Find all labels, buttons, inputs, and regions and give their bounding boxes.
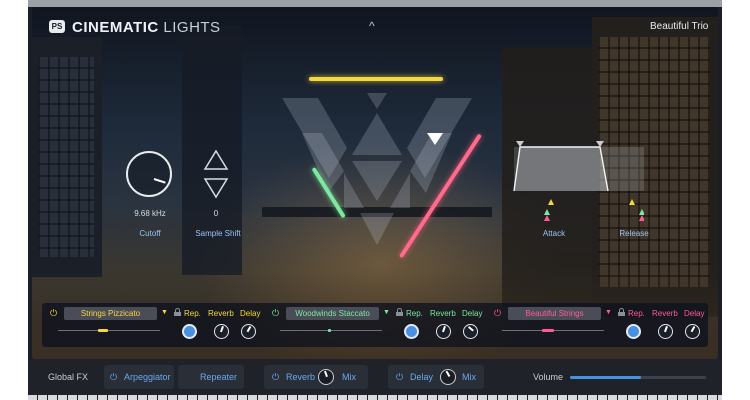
title-bold: CINEMATIC xyxy=(72,19,159,36)
rep-button-1[interactable] xyxy=(182,324,197,339)
triangle-logo-graphic xyxy=(282,93,472,245)
arpeggiator-button[interactable]: ⏻ Arpeggiator xyxy=(104,365,174,389)
cutoff-knob[interactable] xyxy=(126,151,172,197)
power-icon[interactable]: ⏻ xyxy=(50,308,57,319)
delay-mix-label: Mix xyxy=(462,372,476,382)
reverb-knob-2[interactable] xyxy=(436,324,451,339)
lock-icon[interactable] xyxy=(174,308,181,316)
reverb-label-3: Reverb xyxy=(652,309,678,318)
level-slider-1-fill xyxy=(98,329,108,332)
cutoff-label: Cutoff xyxy=(139,229,161,238)
plugin-window: PS CINEMATIC LIGHTS ^ Beautiful Trio 9.6… xyxy=(28,0,722,400)
instrument-dropdown-2-icon[interactable]: ▼ xyxy=(383,309,390,316)
rep-button-2[interactable] xyxy=(404,324,419,339)
delay-knob-1[interactable] xyxy=(241,324,256,339)
reverb-mix-label: Mix xyxy=(342,372,356,382)
sample-shift-value: 0 xyxy=(213,209,219,218)
power-icon[interactable]: ⏻ xyxy=(396,372,403,383)
rep-label-1: Rep. xyxy=(184,309,201,318)
window-top-strip xyxy=(28,0,722,7)
instrument-slot-2: ⏻ Woodwinds Staccato ▼ Rep. Reverb Delay xyxy=(264,303,486,347)
instrument-dropdown-3-icon[interactable]: ▼ xyxy=(605,309,612,316)
instrument-slot-3: ⏻ Beautiful Strings ▼ Rep. Reverb Delay xyxy=(486,303,708,347)
delay-knob-2[interactable] xyxy=(463,324,478,339)
delay-label-3: Delay xyxy=(684,309,705,318)
volume-label: Volume xyxy=(533,372,564,382)
instrument-name-1[interactable]: Strings Pizzicato xyxy=(64,307,157,320)
rep-button-3[interactable] xyxy=(626,324,641,339)
cutoff-value: 9.68 kHz xyxy=(134,209,166,218)
level-slider-2-fill xyxy=(328,329,331,332)
cutoff-knob-indicator xyxy=(153,178,166,184)
presonus-logo: PS xyxy=(49,20,65,33)
collapse-chevron-icon[interactable]: ^ xyxy=(369,19,375,33)
delay-fx-section: ⏻ Delay Mix xyxy=(388,365,484,389)
volume-slider-fill xyxy=(570,376,641,379)
preset-name[interactable]: Beautiful Trio xyxy=(650,21,708,32)
product-title: CINEMATIC LIGHTS xyxy=(72,19,221,36)
reverb-mix-knob[interactable] xyxy=(318,369,334,385)
level-slider-3-fill xyxy=(542,329,554,332)
building-left-windows xyxy=(38,57,94,257)
instrument-dropdown-1-icon[interactable]: ▼ xyxy=(161,309,168,316)
delay-fx-label: Delay xyxy=(410,372,434,382)
instrument-strip: ⏻ Strings Pizzicato ▼ Rep. Reverb Delay … xyxy=(42,303,708,347)
delay-label-2: Delay xyxy=(462,309,483,318)
delay-mix-knob[interactable] xyxy=(440,369,456,385)
power-icon[interactable]: ⏻ xyxy=(494,308,501,319)
sample-shift-up-icon[interactable] xyxy=(203,149,229,171)
repeater-button[interactable]: Repeater xyxy=(178,365,244,389)
release-label: Release xyxy=(619,229,649,238)
instrument-slot-1: ⏻ Strings Pizzicato ▼ Rep. Reverb Delay xyxy=(42,303,264,347)
reverb-fx-section: ⏻ Reverb Mix xyxy=(264,365,368,389)
power-icon[interactable]: ⏻ xyxy=(272,308,279,319)
repeater-label: Repeater xyxy=(200,372,238,382)
rep-label-3: Rep. xyxy=(628,309,645,318)
instrument-name-2[interactable]: Woodwinds Staccato xyxy=(286,307,379,320)
delay-label-1: Delay xyxy=(240,309,261,318)
power-icon: ⏻ xyxy=(110,372,118,382)
global-fx-bar: Global FX ⏻ Arpeggiator Repeater ⏻ Rever… xyxy=(28,359,722,395)
reverb-label-2: Reverb xyxy=(430,309,456,318)
level-slider-2[interactable] xyxy=(280,330,382,331)
attack-label: Attack xyxy=(542,229,566,238)
global-fx-label: Global FX xyxy=(48,372,89,382)
reverb-knob-3[interactable] xyxy=(658,324,673,339)
reverb-knob-1[interactable] xyxy=(214,324,229,339)
instrument-name-3[interactable]: Beautiful Strings xyxy=(508,307,601,320)
keyboard-strip[interactable] xyxy=(28,395,722,400)
reverb-fx-label: Reverb xyxy=(286,372,316,382)
sample-shift-label: Sample Shift xyxy=(195,229,241,238)
position-marker-icon[interactable] xyxy=(427,133,443,145)
lock-icon[interactable] xyxy=(618,308,625,316)
reverb-label-1: Reverb xyxy=(208,309,234,318)
envelope-editor[interactable] xyxy=(504,135,644,225)
volume-slider[interactable] xyxy=(570,376,706,379)
level-slider-1[interactable] xyxy=(58,330,160,331)
power-icon[interactable]: ⏻ xyxy=(272,372,279,383)
arpeggiator-label: Arpeggiator xyxy=(124,372,171,382)
delay-knob-3[interactable] xyxy=(685,324,700,339)
rep-label-2: Rep. xyxy=(406,309,423,318)
sample-shift-down-icon[interactable] xyxy=(203,177,229,199)
title-light: LIGHTS xyxy=(158,19,221,36)
lock-icon[interactable] xyxy=(396,308,403,316)
main-panel: PS CINEMATIC LIGHTS ^ Beautiful Trio 9.6… xyxy=(32,7,718,359)
strings-pizzicato-light-bar xyxy=(309,77,443,81)
